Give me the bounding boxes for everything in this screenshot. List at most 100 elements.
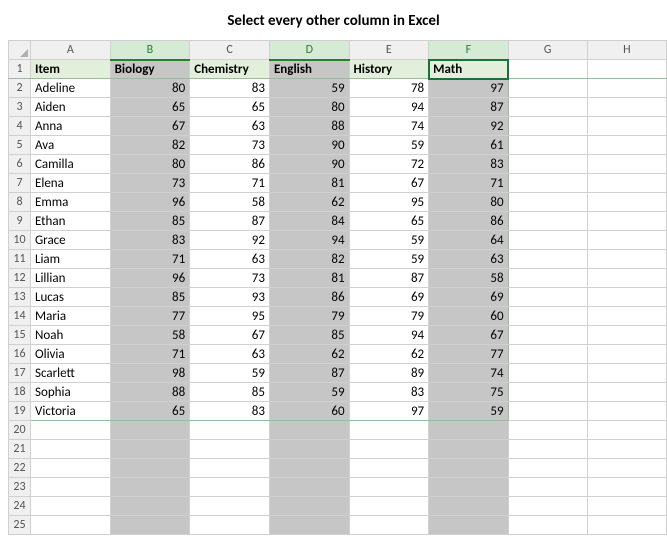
cell-H6[interactable] [587, 155, 666, 174]
cell-H10[interactable] [587, 231, 666, 250]
cell-F11[interactable]: 63 [429, 250, 508, 269]
cell-B22[interactable] [110, 459, 190, 478]
cell-D11[interactable]: 82 [269, 250, 349, 269]
cell-E12[interactable]: 87 [349, 269, 429, 288]
cell-F4[interactable]: 92 [429, 117, 508, 136]
cell-E11[interactable]: 59 [349, 250, 429, 269]
cell-C7[interactable]: 71 [190, 174, 270, 193]
cell-C25[interactable] [190, 516, 270, 535]
cell-G11[interactable] [508, 250, 587, 269]
cell-A1[interactable]: Item [30, 60, 110, 79]
cell-A25[interactable] [30, 516, 110, 535]
cell-A10[interactable]: Grace [30, 231, 110, 250]
cell-A17[interactable]: Scarlett [30, 364, 110, 383]
cell-D8[interactable]: 62 [269, 193, 349, 212]
row-header-14[interactable]: 14 [9, 307, 31, 326]
row-header-16[interactable]: 16 [9, 345, 31, 364]
cell-B5[interactable]: 82 [110, 136, 190, 155]
row-header-24[interactable]: 24 [9, 497, 31, 516]
cell-C9[interactable]: 87 [190, 212, 270, 231]
row-header-18[interactable]: 18 [9, 383, 31, 402]
row-header-7[interactable]: 7 [9, 174, 31, 193]
cell-H2[interactable] [587, 79, 666, 98]
row-header-17[interactable]: 17 [9, 364, 31, 383]
row-header-1[interactable]: 1 [9, 60, 31, 79]
cell-G21[interactable] [508, 440, 587, 459]
cell-E3[interactable]: 94 [349, 98, 429, 117]
column-header-F[interactable]: F [429, 41, 508, 60]
cell-H8[interactable] [587, 193, 666, 212]
cell-F19[interactable]: 59 [429, 402, 508, 421]
cell-H17[interactable] [587, 364, 666, 383]
cell-D15[interactable]: 85 [269, 326, 349, 345]
cell-E23[interactable] [349, 478, 429, 497]
cell-G1[interactable] [508, 60, 587, 79]
cell-D4[interactable]: 88 [269, 117, 349, 136]
cell-C23[interactable] [190, 478, 270, 497]
cell-C22[interactable] [190, 459, 270, 478]
cell-E17[interactable]: 89 [349, 364, 429, 383]
cell-A16[interactable]: Olivia [30, 345, 110, 364]
cell-D25[interactable] [269, 516, 349, 535]
cell-D12[interactable]: 81 [269, 269, 349, 288]
cell-C10[interactable]: 92 [190, 231, 270, 250]
cell-G6[interactable] [508, 155, 587, 174]
cell-D14[interactable]: 79 [269, 307, 349, 326]
cell-E19[interactable]: 97 [349, 402, 429, 421]
cell-E4[interactable]: 74 [349, 117, 429, 136]
column-header-B[interactable]: B [110, 41, 190, 60]
cell-H9[interactable] [587, 212, 666, 231]
cell-F20[interactable] [429, 421, 508, 440]
column-header-E[interactable]: E [349, 41, 429, 60]
cell-D19[interactable]: 60 [269, 402, 349, 421]
cell-E2[interactable]: 78 [349, 79, 429, 98]
select-all-corner[interactable] [9, 41, 31, 60]
cell-H12[interactable] [587, 269, 666, 288]
cell-F17[interactable]: 74 [429, 364, 508, 383]
cell-E8[interactable]: 95 [349, 193, 429, 212]
cell-H13[interactable] [587, 288, 666, 307]
cell-A3[interactable]: Aiden [30, 98, 110, 117]
cell-F23[interactable] [429, 478, 508, 497]
cell-B11[interactable]: 71 [110, 250, 190, 269]
cell-E14[interactable]: 79 [349, 307, 429, 326]
cell-F16[interactable]: 77 [429, 345, 508, 364]
cell-C20[interactable] [190, 421, 270, 440]
row-header-25[interactable]: 25 [9, 516, 31, 535]
row-header-11[interactable]: 11 [9, 250, 31, 269]
cell-G13[interactable] [508, 288, 587, 307]
cell-F14[interactable]: 60 [429, 307, 508, 326]
cell-A15[interactable]: Noah [30, 326, 110, 345]
cell-H22[interactable] [587, 459, 666, 478]
cell-D23[interactable] [269, 478, 349, 497]
cell-A13[interactable]: Lucas [30, 288, 110, 307]
cell-B1[interactable]: Biology [110, 60, 190, 79]
cell-B23[interactable] [110, 478, 190, 497]
cell-B16[interactable]: 71 [110, 345, 190, 364]
cell-D13[interactable]: 86 [269, 288, 349, 307]
cell-B12[interactable]: 96 [110, 269, 190, 288]
cell-A18[interactable]: Sophia [30, 383, 110, 402]
cell-B8[interactable]: 96 [110, 193, 190, 212]
cell-C19[interactable]: 83 [190, 402, 270, 421]
cell-H4[interactable] [587, 117, 666, 136]
cell-C4[interactable]: 63 [190, 117, 270, 136]
cell-G15[interactable] [508, 326, 587, 345]
cell-C12[interactable]: 73 [190, 269, 270, 288]
cell-G25[interactable] [508, 516, 587, 535]
cell-C13[interactable]: 93 [190, 288, 270, 307]
cell-E13[interactable]: 69 [349, 288, 429, 307]
cell-B18[interactable]: 88 [110, 383, 190, 402]
cell-H5[interactable] [587, 136, 666, 155]
row-header-23[interactable]: 23 [9, 478, 31, 497]
cell-A23[interactable] [30, 478, 110, 497]
cell-A9[interactable]: Ethan [30, 212, 110, 231]
cell-B21[interactable] [110, 440, 190, 459]
cell-D21[interactable] [269, 440, 349, 459]
cell-F24[interactable] [429, 497, 508, 516]
cell-E7[interactable]: 67 [349, 174, 429, 193]
cell-E10[interactable]: 59 [349, 231, 429, 250]
cell-B19[interactable]: 65 [110, 402, 190, 421]
cell-E1[interactable]: History [349, 60, 429, 79]
row-header-19[interactable]: 19 [9, 402, 31, 421]
